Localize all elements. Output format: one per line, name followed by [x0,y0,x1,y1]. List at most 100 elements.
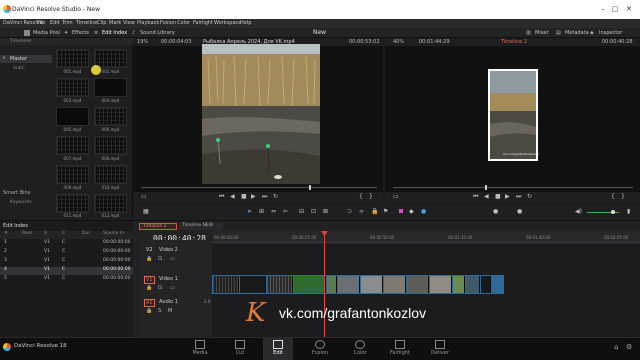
clip-thumbnail[interactable] [94,165,127,184]
table-row-selected[interactable]: 4 V1 C 00:00:00:00 [0,267,133,275]
menu-help[interactable]: Help [240,20,251,26]
clip-thumbnail[interactable] [294,276,326,293]
dynamic-trim-icon[interactable]: ⇔ [271,208,276,215]
overwrite-clip-icon[interactable]: ⊡ [311,208,316,215]
mixer-button[interactable]: Mixer [535,30,549,36]
mark-in-icon[interactable]: { [359,193,363,200]
clip-thumbnail[interactable] [481,276,491,293]
timeline-zoom[interactable]: 40% [393,39,404,45]
track-v2-name[interactable]: Video 2 [159,247,178,253]
stop-icon[interactable]: ■ [495,193,501,200]
page-fairlight[interactable]: Fairlight [385,340,415,356]
source-zoom[interactable]: 19% [137,39,148,45]
clip-thumbnail[interactable] [56,165,89,184]
menu-color[interactable]: Color [177,20,190,26]
timeline-scrub-bar[interactable] [393,187,633,188]
page-cut[interactable]: Cut [225,340,255,356]
source-scrub-bar[interactable] [141,187,377,188]
timeline-viewer-playhead[interactable] [485,185,487,190]
clip-thumbnail[interactable] [94,107,127,126]
page-fusion[interactable]: Fusion [305,340,335,356]
track-lock-icon[interactable]: 🔒 [146,285,152,291]
volume-icon[interactable]: ◀) [575,208,582,215]
page-color[interactable]: Color [345,340,375,356]
snapping-icon[interactable]: ⊃ [347,208,352,215]
trim-tool-icon[interactable]: ⊞ [259,208,264,215]
skip-back-icon[interactable]: ⏮ [219,193,224,201]
column-header[interactable]: Reel [22,231,32,236]
clip-thumbnail[interactable] [56,78,89,97]
clip-thumbnail[interactable] [430,276,452,293]
track-v1-label[interactable]: V1 [144,276,155,284]
skip-back-icon[interactable]: ⏮ [473,193,478,201]
menu-mark[interactable]: Mark [109,20,121,26]
track-lock-icon[interactable]: 🔒 [146,256,152,262]
page-edit[interactable]: Edit [263,338,293,360]
clip-thumbnail[interactable] [361,276,383,293]
menu-edit[interactable]: Edit [50,20,60,26]
volume-knob[interactable] [611,210,615,214]
viewer-options-icon[interactable]: ▭ [393,193,399,200]
minimize-icon[interactable]: – [598,4,608,14]
menu-timeline[interactable]: Timeline [76,20,97,26]
flag-color-swatch[interactable] [399,209,403,213]
menu-trim[interactable]: Trim [62,20,73,26]
column-header[interactable]: C [62,231,65,236]
mark-in-icon[interactable]: { [611,193,615,200]
table-row[interactable]: 5 V1 C 00:00:00:00 [0,276,133,284]
play-icon[interactable]: ▶ [251,193,256,200]
clip-thumbnail[interactable] [407,276,429,293]
media-pool-button[interactable]: Media Pool [33,30,60,36]
video-1-clip-strip[interactable] [212,275,504,294]
table-row[interactable]: 1 V1 C 00:00:00:00 [0,240,133,248]
bin-master[interactable]: ▾ Master [0,55,52,63]
menu-view[interactable]: View [123,20,135,26]
flag-icon[interactable]: ⚑ [383,208,388,215]
timeline-name[interactable]: Timeline 2 [501,39,527,45]
menu-fairlight[interactable]: Fairlight [193,20,213,26]
edit-index-button[interactable]: Edit Index [102,30,127,36]
play-icon[interactable]: ▶ [505,193,510,200]
column-header[interactable]: Source In [103,231,124,236]
auto-select-icon[interactable]: ⊡ [158,256,162,262]
clip-thumbnail[interactable] [453,276,465,293]
column-header[interactable]: # [4,231,8,236]
home-icon[interactable]: ⌂ [614,343,618,351]
bin-subclip[interactable]: SubC [13,66,25,71]
clip-thumbnail[interactable] [213,276,239,293]
position-lock-icon[interactable]: 🔒 [371,208,378,215]
marker-color-icon[interactable]: ● [421,208,426,215]
table-row[interactable]: 3 V1 C 00:00:00:00 [0,258,133,266]
menu-workspace[interactable]: Workspace [214,20,241,26]
effects-button[interactable]: Effects [72,30,89,36]
menu-fusion[interactable]: Fusion [160,20,176,26]
loop-icon[interactable]: ↻ [527,193,532,200]
insert-clip-icon[interactable]: ⊟ [299,208,304,215]
menu-playback[interactable]: Playback [137,20,159,26]
clip-thumbnail[interactable] [338,276,360,293]
mute-icon[interactable]: M [168,308,172,314]
clip-thumbnail[interactable] [240,276,266,293]
auto-select-icon[interactable]: ⊡ [158,285,162,291]
linked-selection-icon[interactable]: ∞ [359,208,364,215]
viewer-options-icon[interactable]: ▭ [141,193,147,200]
column-header[interactable]: V [44,231,47,236]
smart-bin-keywords[interactable]: Keywords [10,200,32,205]
inspector-button[interactable]: Inspector [599,30,622,36]
sound-library-button[interactable]: Sound Library [140,30,175,36]
skip-forward-icon[interactable]: ⏭ [262,193,267,201]
timeline-playhead[interactable] [324,231,325,338]
timeline-ruler[interactable]: 00:00:00:00 00:00:25:00 00:00:50:00 00:0… [212,231,640,243]
marker-icon[interactable]: ◆ [409,208,414,215]
play-reverse-icon[interactable]: ◀ [230,193,235,200]
menu-clip[interactable]: Clip [97,20,106,26]
clip-thumbnail[interactable] [384,276,406,293]
layout-icon[interactable]: ▦ [143,208,149,215]
track-lock-icon[interactable]: 🔒 [146,308,152,314]
track-a1-name[interactable]: Audio 1 [159,299,178,305]
clip-thumbnail[interactable] [94,78,127,97]
play-reverse-icon[interactable]: ◀ [484,193,489,200]
page-media[interactable]: Media [185,340,215,356]
zoom-out-icon[interactable]: ● [493,208,498,215]
metadata-button[interactable]: Metadata [565,30,589,36]
